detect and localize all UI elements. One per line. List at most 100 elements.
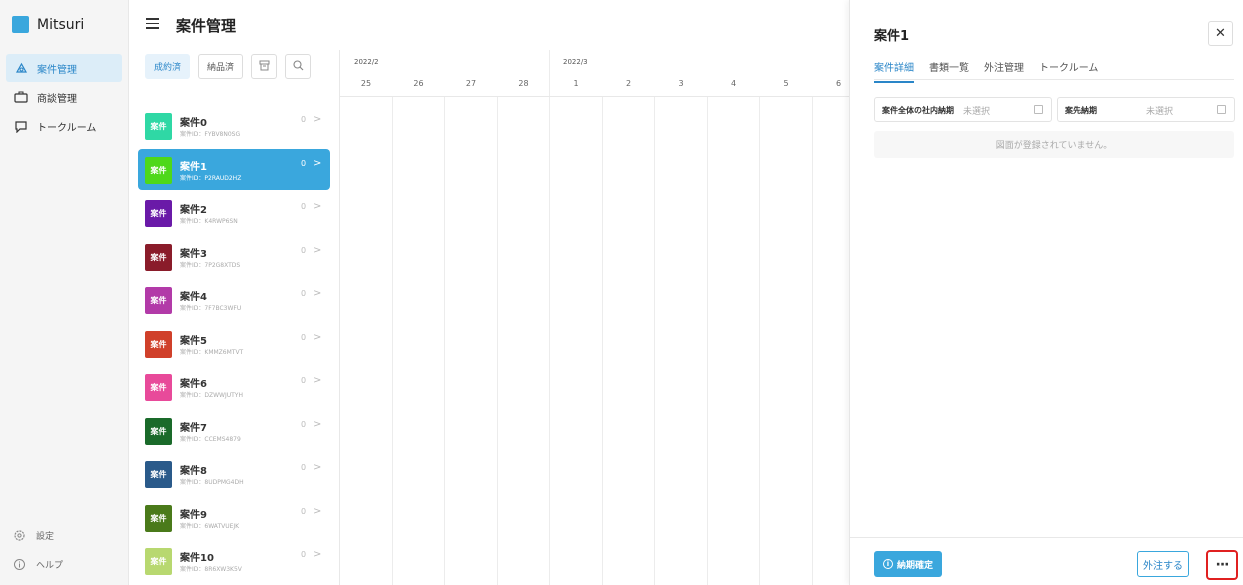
tabs-divider bbox=[874, 79, 1234, 80]
case-list-item[interactable]: 案件 案件6 案件ID：DZWWJUTYH 0 > bbox=[138, 366, 330, 407]
case-id: 案件ID：FYBV8N0SG bbox=[180, 131, 241, 138]
case-badge: 案件 bbox=[145, 156, 172, 184]
client-deadline-field[interactable]: 案先納期 未選択 bbox=[1057, 97, 1235, 122]
info-icon: i bbox=[882, 559, 893, 569]
chevron-right-icon: > bbox=[313, 201, 322, 212]
case-name: 案件10 bbox=[180, 553, 214, 564]
gantt-day-label: 1 bbox=[573, 79, 579, 88]
chat-bubble-icon bbox=[13, 118, 29, 134]
case-badge: 案件 bbox=[145, 287, 172, 314]
case-id: 案件ID：KMMZ6MTVT bbox=[180, 348, 244, 356]
chevron-right-icon: > bbox=[313, 505, 322, 517]
case-count: 0 bbox=[301, 115, 307, 124]
case-name: 案件0 bbox=[180, 118, 207, 129]
gantt-column-line bbox=[811, 97, 813, 585]
filter-contracted-button[interactable]: 成約済 bbox=[145, 54, 190, 79]
filter-delivered-button[interactable]: 納品済 bbox=[198, 54, 243, 79]
case-badge: 案件 bbox=[145, 504, 172, 532]
case-name: 案件8 bbox=[180, 466, 207, 477]
case-icon bbox=[13, 60, 29, 76]
case-count: 0 bbox=[301, 419, 307, 429]
app-root: Mitsuri 案件管理 商談管理 トークルーム 設定 ヘルプ 案件管理 成約済… bbox=[0, 0, 1243, 585]
internal-deadline-label: 案件全体の社内納期 bbox=[882, 106, 954, 115]
app-logo[interactable]: Mitsuri bbox=[12, 16, 84, 33]
calendar-icon bbox=[1217, 105, 1226, 114]
case-id: 案件ID：DZWWJUTYH bbox=[180, 392, 243, 399]
more-horizontal-icon: ··· bbox=[1215, 557, 1230, 573]
case-list-item[interactable]: 案件 案件4 案件ID：7F7BC3WFU 0 > bbox=[138, 279, 330, 320]
confirm-deadline-label: 納期確定 bbox=[896, 560, 933, 571]
case-list-item[interactable]: 案件 案件7 案件ID：CCEMS4879 0 > bbox=[138, 410, 330, 451]
gantt-month-label: 2022/2 bbox=[354, 58, 379, 66]
case-list-item[interactable]: 案件 案件8 案件ID：8UDPMG4DH 0 > bbox=[138, 453, 330, 494]
sidebar-item-label: 商談管理 bbox=[37, 93, 77, 105]
outsource-button[interactable]: 外注する bbox=[1137, 551, 1189, 577]
gantt-column-line bbox=[601, 97, 603, 585]
case-id: 案件ID：8R6XW3K5V bbox=[180, 566, 242, 573]
help-label: ヘルプ bbox=[36, 560, 64, 571]
case-badge: 案件 bbox=[145, 200, 172, 227]
case-id: 案件ID：7P2G8XTDS bbox=[180, 261, 241, 269]
case-id: 案件ID：K4RWP6SN bbox=[180, 218, 238, 225]
gantt-column-line bbox=[654, 97, 655, 585]
case-list-item[interactable]: 案件 案件5 案件ID：KMMZ6MTVT 0 > bbox=[138, 323, 330, 364]
case-list-item[interactable]: 案件 案件2 案件ID：K4RWP6SN 0 > bbox=[138, 192, 330, 233]
sidebar-item-talk-room[interactable]: トークルーム bbox=[6, 112, 122, 140]
case-list-item[interactable]: 案件 案件1 案件ID：P2RAUD2HZ 0 > bbox=[138, 148, 330, 190]
logo-mark bbox=[12, 16, 29, 33]
archive-icon bbox=[259, 60, 270, 74]
chevron-right-icon: > bbox=[313, 331, 322, 343]
archive-button[interactable] bbox=[251, 54, 277, 79]
search-button[interactable] bbox=[285, 54, 311, 79]
gantt-column-line bbox=[706, 97, 708, 585]
briefcase-icon bbox=[13, 89, 29, 105]
internal-deadline-field[interactable]: 案件全体の社内納期 未選択 bbox=[874, 97, 1052, 122]
case-badge: 案件 bbox=[145, 374, 172, 401]
search-icon bbox=[292, 59, 304, 74]
case-name: 案件2 bbox=[180, 205, 207, 216]
case-badge: 案件 bbox=[145, 417, 172, 445]
confirm-deadline-button[interactable]: i 納期確定 bbox=[874, 551, 942, 577]
sidebar-item-deal-management[interactable]: 商談管理 bbox=[6, 83, 122, 111]
drawings-empty-state: 図面が登録されていません。 bbox=[874, 131, 1234, 158]
case-name: 案件4 bbox=[180, 292, 207, 303]
case-name: 案件9 bbox=[180, 509, 207, 521]
case-list-item[interactable]: 案件 案件0 案件ID：FYBV8N0SG 0 > bbox=[138, 105, 330, 146]
gantt-header-divider bbox=[340, 96, 849, 97]
case-count: 0 bbox=[301, 245, 307, 255]
hamburger-menu-icon[interactable] bbox=[146, 18, 159, 29]
case-count: 0 bbox=[301, 376, 307, 385]
gantt-day-label: 28 bbox=[518, 79, 529, 88]
settings-label: 設定 bbox=[36, 531, 55, 542]
case-list-item[interactable]: 案件 案件10 案件ID：8R6XW3K5V 0 > bbox=[138, 540, 330, 581]
gantt-column-line bbox=[759, 97, 760, 585]
client-deadline-label: 案先納期 bbox=[1065, 106, 1097, 115]
gantt-month-divider bbox=[549, 50, 550, 96]
sidebar-item-settings[interactable]: 設定 bbox=[13, 527, 63, 543]
gantt-chart: 2022/2 2022/3 25 26 27 28 1 2 3 4 5 6 bbox=[339, 50, 849, 585]
gantt-day-label: 25 bbox=[360, 79, 372, 88]
case-list-item[interactable]: 案件 案件9 案件ID：6WATVUEJK 0 > bbox=[138, 497, 330, 538]
sidebar-item-case-management[interactable]: 案件管理 bbox=[6, 54, 122, 82]
sidebar: Mitsuri 案件管理 商談管理 トークルーム 設定 ヘルプ bbox=[0, 0, 129, 585]
case-list-item[interactable]: 案件 案件3 案件ID：7P2G8XTDS 0 > bbox=[138, 236, 330, 277]
more-options-button[interactable]: ··· bbox=[1206, 550, 1238, 580]
case-name: 案件5 bbox=[180, 335, 207, 347]
gantt-day-label: 27 bbox=[465, 79, 477, 88]
close-panel-button[interactable]: ✕ bbox=[1208, 21, 1233, 46]
case-count: 0 bbox=[301, 550, 307, 559]
sidebar-item-help[interactable]: ヘルプ bbox=[13, 556, 63, 572]
page-header: 案件管理 bbox=[129, 0, 849, 50]
gantt-day-label: 5 bbox=[783, 79, 789, 88]
calendar-icon bbox=[1034, 105, 1043, 114]
page-title: 案件管理 bbox=[176, 17, 237, 35]
case-detail-panel: 案件1 ✕ 案件詳細 書類一覧 外注管理 トークルーム 案件全体の社内納期 未選… bbox=[849, 0, 1243, 585]
gantt-day-label: 3 bbox=[678, 79, 684, 88]
case-count: 0 bbox=[301, 332, 307, 342]
chevron-right-icon: > bbox=[313, 244, 322, 256]
case-id: 案件ID：6WATVUEJK bbox=[180, 522, 240, 530]
info-icon bbox=[13, 558, 26, 571]
gantt-column-line bbox=[391, 97, 393, 585]
case-count: 0 bbox=[301, 202, 307, 211]
case-name: 案件1 bbox=[180, 161, 207, 173]
